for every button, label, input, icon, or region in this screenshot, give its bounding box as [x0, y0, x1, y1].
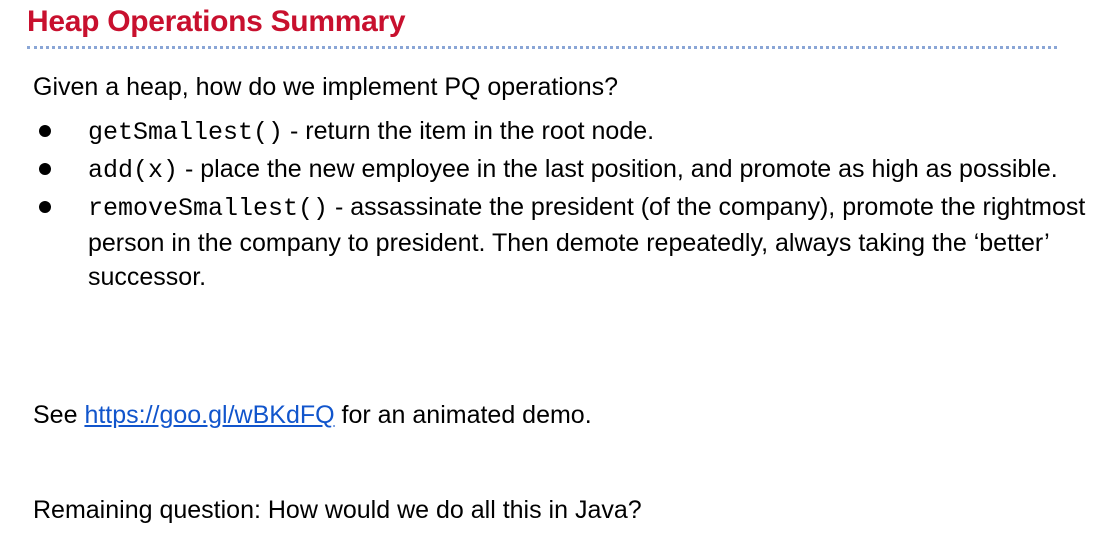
demo-line: See https://goo.gl/wBKdFQ for an animate…: [33, 398, 592, 432]
intro-text: Given a heap, how do we implement PQ ope…: [33, 73, 619, 101]
operation-code: getSmallest(): [88, 118, 284, 147]
slide-title: Heap Operations Summary: [27, 5, 406, 38]
demo-prefix: See: [33, 401, 85, 429]
bullet-icon: [39, 163, 51, 175]
bullet-icon: [39, 125, 51, 137]
list-item-remove-smallest: removeSmallest() - assassinate the presi…: [33, 190, 1093, 294]
operation-code: add(x): [88, 156, 179, 185]
operation-code: removeSmallest(): [88, 194, 329, 223]
slide: Heap Operations Summary Given a heap, ho…: [0, 0, 1105, 547]
operations-list: getSmallest() - return the item in the r…: [33, 114, 1093, 296]
operation-description: - return the item in the root node.: [283, 117, 655, 145]
demo-suffix: for an animated demo.: [334, 401, 592, 429]
list-item-get-smallest: getSmallest() - return the item in the r…: [33, 114, 1093, 150]
title-divider: [27, 46, 1057, 49]
list-item-add: add(x) - place the new employee in the l…: [33, 152, 1093, 188]
remaining-question: Remaining question: How would we do all …: [33, 496, 642, 524]
bullet-icon: [39, 201, 51, 213]
demo-link[interactable]: https://goo.gl/wBKdFQ: [84, 401, 334, 429]
operation-description: - place the new employee in the last pos…: [178, 155, 1058, 183]
